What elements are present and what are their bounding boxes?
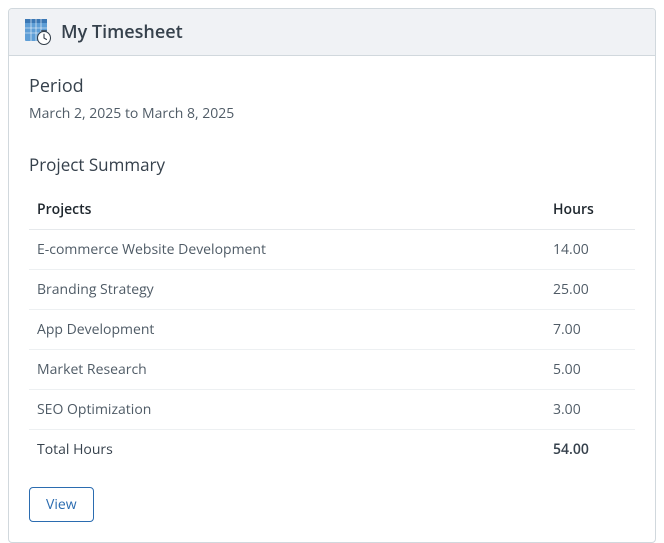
col-hours: Hours bbox=[545, 190, 635, 230]
timesheet-icon bbox=[25, 19, 51, 45]
project-summary-table: Projects Hours E-commerce Website Develo… bbox=[29, 190, 635, 469]
table-row: SEO Optimization 3.00 bbox=[29, 390, 635, 430]
col-projects: Projects bbox=[29, 190, 545, 230]
card-body: Period March 2, 2025 to March 8, 2025 Pr… bbox=[9, 56, 655, 542]
period-label: Period bbox=[29, 74, 635, 98]
view-button[interactable]: View bbox=[29, 487, 94, 522]
project-summary-title: Project Summary bbox=[29, 153, 635, 176]
project-name: Market Research bbox=[29, 350, 545, 390]
project-hours: 7.00 bbox=[545, 310, 635, 350]
period-range: March 2, 2025 to March 8, 2025 bbox=[29, 104, 635, 123]
table-row: App Development 7.00 bbox=[29, 310, 635, 350]
project-hours: 25.00 bbox=[545, 270, 635, 310]
table-row: E-commerce Website Development 14.00 bbox=[29, 230, 635, 270]
card-header: My Timesheet bbox=[9, 9, 655, 56]
project-name: E-commerce Website Development bbox=[29, 230, 545, 270]
project-hours: 5.00 bbox=[545, 350, 635, 390]
project-hours: 14.00 bbox=[545, 230, 635, 270]
project-name: Branding Strategy bbox=[29, 270, 545, 310]
total-label: Total Hours bbox=[29, 430, 545, 470]
total-hours: 54.00 bbox=[545, 430, 635, 470]
table-row: Branding Strategy 25.00 bbox=[29, 270, 635, 310]
table-total-row: Total Hours 54.00 bbox=[29, 430, 635, 470]
project-name: SEO Optimization bbox=[29, 390, 545, 430]
page-title: My Timesheet bbox=[61, 20, 183, 44]
project-name: App Development bbox=[29, 310, 545, 350]
timesheet-card: My Timesheet Period March 2, 2025 to Mar… bbox=[8, 8, 656, 543]
project-hours: 3.00 bbox=[545, 390, 635, 430]
table-row: Market Research 5.00 bbox=[29, 350, 635, 390]
